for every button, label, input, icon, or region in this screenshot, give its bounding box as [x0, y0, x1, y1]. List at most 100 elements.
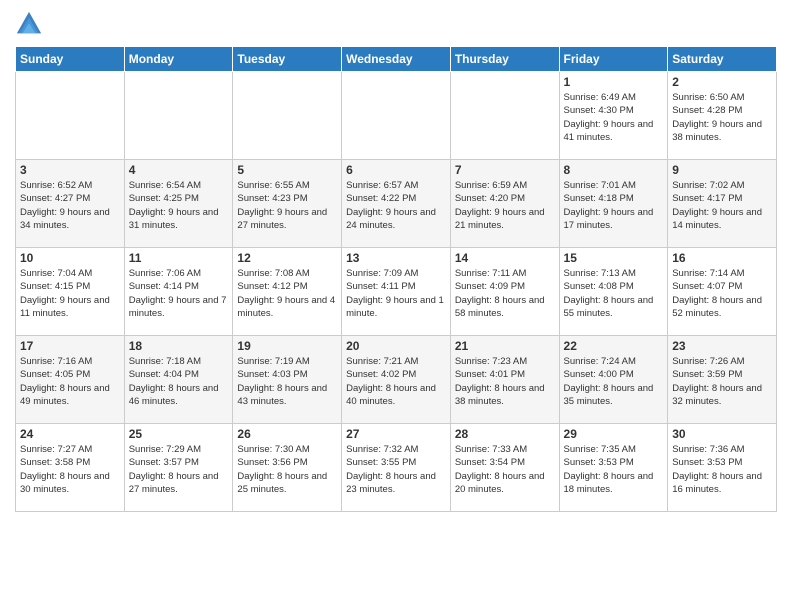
weekday-header-tuesday: Tuesday — [233, 47, 342, 72]
calendar-cell: 8 Sunrise: 7:01 AMSunset: 4:18 PMDaylight… — [559, 160, 668, 248]
calendar-cell: 2 Sunrise: 6:50 AMSunset: 4:28 PMDaylight… — [668, 72, 777, 160]
calendar-cell: 9 Sunrise: 7:02 AMSunset: 4:17 PMDaylight… — [668, 160, 777, 248]
day-info: Sunrise: 6:57 AMSunset: 4:22 PMDaylight:… — [346, 179, 446, 232]
day-number: 27 — [346, 427, 446, 441]
calendar-week-5: 24 Sunrise: 7:27 AMSunset: 3:58 PMDayligh… — [16, 424, 777, 512]
day-number: 15 — [564, 251, 664, 265]
calendar-cell: 15 Sunrise: 7:13 AMSunset: 4:08 PMDayligh… — [559, 248, 668, 336]
calendar-cell: 22 Sunrise: 7:24 AMSunset: 4:00 PMDayligh… — [559, 336, 668, 424]
day-number: 18 — [129, 339, 229, 353]
calendar-cell: 27 Sunrise: 7:32 AMSunset: 3:55 PMDayligh… — [342, 424, 451, 512]
calendar-cell: 5 Sunrise: 6:55 AMSunset: 4:23 PMDaylight… — [233, 160, 342, 248]
day-info: Sunrise: 7:06 AMSunset: 4:14 PMDaylight:… — [129, 267, 229, 320]
calendar-cell — [16, 72, 125, 160]
day-number: 30 — [672, 427, 772, 441]
calendar-cell: 1 Sunrise: 6:49 AMSunset: 4:30 PMDaylight… — [559, 72, 668, 160]
calendar-cell: 3 Sunrise: 6:52 AMSunset: 4:27 PMDaylight… — [16, 160, 125, 248]
day-number: 22 — [564, 339, 664, 353]
day-number: 21 — [455, 339, 555, 353]
logo — [15, 10, 45, 38]
day-info: Sunrise: 7:21 AMSunset: 4:02 PMDaylight:… — [346, 355, 446, 408]
calendar-cell — [233, 72, 342, 160]
calendar-cell: 7Sunrise: 6:59 AMSunset: 4:20 PMDaylight… — [450, 160, 559, 248]
calendar-cell — [124, 72, 233, 160]
day-info: Sunrise: 7:02 AMSunset: 4:17 PMDaylight:… — [672, 179, 772, 232]
calendar-week-1: 1 Sunrise: 6:49 AMSunset: 4:30 PMDaylight… — [16, 72, 777, 160]
day-number: 13 — [346, 251, 446, 265]
weekday-header-saturday: Saturday — [668, 47, 777, 72]
day-number: 4 — [129, 163, 229, 177]
day-number: 28 — [455, 427, 555, 441]
day-number: 6 — [346, 163, 446, 177]
day-info: Sunrise: 7:11 AMSunset: 4:09 PMDaylight:… — [455, 267, 555, 320]
day-number: 23 — [672, 339, 772, 353]
day-info: Sunrise: 6:49 AMSunset: 4:30 PMDaylight:… — [564, 91, 664, 144]
day-number: 2 — [672, 75, 772, 89]
calendar-cell: 6 Sunrise: 6:57 AMSunset: 4:22 PMDaylight… — [342, 160, 451, 248]
calendar-cell: 4Sunrise: 6:54 AMSunset: 4:25 PMDaylight… — [124, 160, 233, 248]
day-info: Sunrise: 7:26 AMSunset: 3:59 PMDaylight:… — [672, 355, 772, 408]
day-info: Sunrise: 7:18 AMSunset: 4:04 PMDaylight:… — [129, 355, 229, 408]
day-number: 24 — [20, 427, 120, 441]
calendar-cell: 21 Sunrise: 7:23 AMSunset: 4:01 PMDayligh… — [450, 336, 559, 424]
day-info: Sunrise: 7:01 AMSunset: 4:18 PMDaylight:… — [564, 179, 664, 232]
calendar-cell: 25Sunrise: 7:29 AMSunset: 3:57 PMDayligh… — [124, 424, 233, 512]
calendar-cell: 18 Sunrise: 7:18 AMSunset: 4:04 PMDayligh… — [124, 336, 233, 424]
day-number: 16 — [672, 251, 772, 265]
day-info: Sunrise: 7:33 AMSunset: 3:54 PMDaylight:… — [455, 443, 555, 496]
day-number: 5 — [237, 163, 337, 177]
day-info: Sunrise: 7:09 AMSunset: 4:11 PMDaylight:… — [346, 267, 446, 320]
calendar-cell: 28 Sunrise: 7:33 AMSunset: 3:54 PMDayligh… — [450, 424, 559, 512]
calendar-body: 1 Sunrise: 6:49 AMSunset: 4:30 PMDaylight… — [16, 72, 777, 512]
day-info: Sunrise: 7:24 AMSunset: 4:00 PMDaylight:… — [564, 355, 664, 408]
calendar-cell: 10 Sunrise: 7:04 AMSunset: 4:15 PMDayligh… — [16, 248, 125, 336]
day-number: 9 — [672, 163, 772, 177]
day-info: Sunrise: 7:27 AMSunset: 3:58 PMDaylight:… — [20, 443, 120, 496]
calendar-cell: 26 Sunrise: 7:30 AMSunset: 3:56 PMDayligh… — [233, 424, 342, 512]
day-info: Sunrise: 7:19 AMSunset: 4:03 PMDaylight:… — [237, 355, 337, 408]
day-info: Sunrise: 7:32 AMSunset: 3:55 PMDaylight:… — [346, 443, 446, 496]
day-number: 20 — [346, 339, 446, 353]
day-info: Sunrise: 7:04 AMSunset: 4:15 PMDaylight:… — [20, 267, 120, 320]
day-info: Sunrise: 7:23 AMSunset: 4:01 PMDaylight:… — [455, 355, 555, 408]
calendar-cell — [450, 72, 559, 160]
calendar-week-2: 3 Sunrise: 6:52 AMSunset: 4:27 PMDaylight… — [16, 160, 777, 248]
day-number: 8 — [564, 163, 664, 177]
calendar-cell: 20 Sunrise: 7:21 AMSunset: 4:02 PMDayligh… — [342, 336, 451, 424]
day-number: 10 — [20, 251, 120, 265]
calendar-table: SundayMondayTuesdayWednesdayThursdayFrid… — [15, 46, 777, 512]
calendar-cell — [342, 72, 451, 160]
day-number: 1 — [564, 75, 664, 89]
day-info: Sunrise: 6:59 AMSunset: 4:20 PMDaylight:… — [455, 179, 555, 232]
calendar-page: SundayMondayTuesdayWednesdayThursdayFrid… — [0, 0, 792, 612]
page-header — [15, 10, 777, 38]
day-info: Sunrise: 7:08 AMSunset: 4:12 PMDaylight:… — [237, 267, 337, 320]
day-info: Sunrise: 6:55 AMSunset: 4:23 PMDaylight:… — [237, 179, 337, 232]
calendar-cell: 17Sunrise: 7:16 AMSunset: 4:05 PMDayligh… — [16, 336, 125, 424]
day-info: Sunrise: 7:30 AMSunset: 3:56 PMDaylight:… — [237, 443, 337, 496]
day-info: Sunrise: 7:36 AMSunset: 3:53 PMDaylight:… — [672, 443, 772, 496]
calendar-cell: 11 Sunrise: 7:06 AMSunset: 4:14 PMDayligh… — [124, 248, 233, 336]
day-info: Sunrise: 7:13 AMSunset: 4:08 PMDaylight:… — [564, 267, 664, 320]
weekday-row: SundayMondayTuesdayWednesdayThursdayFrid… — [16, 47, 777, 72]
day-info: Sunrise: 7:35 AMSunset: 3:53 PMDaylight:… — [564, 443, 664, 496]
weekday-header-sunday: Sunday — [16, 47, 125, 72]
calendar-cell: 29 Sunrise: 7:35 AMSunset: 3:53 PMDayligh… — [559, 424, 668, 512]
day-info: Sunrise: 7:29 AMSunset: 3:57 PMDaylight:… — [129, 443, 229, 496]
day-number: 11 — [129, 251, 229, 265]
calendar-week-4: 17Sunrise: 7:16 AMSunset: 4:05 PMDayligh… — [16, 336, 777, 424]
weekday-header-monday: Monday — [124, 47, 233, 72]
calendar-week-3: 10 Sunrise: 7:04 AMSunset: 4:15 PMDayligh… — [16, 248, 777, 336]
calendar-cell: 13 Sunrise: 7:09 AMSunset: 4:11 PMDayligh… — [342, 248, 451, 336]
day-info: Sunrise: 6:50 AMSunset: 4:28 PMDaylight:… — [672, 91, 772, 144]
weekday-header-thursday: Thursday — [450, 47, 559, 72]
logo-icon — [15, 10, 43, 38]
weekday-header-friday: Friday — [559, 47, 668, 72]
day-info: Sunrise: 6:52 AMSunset: 4:27 PMDaylight:… — [20, 179, 120, 232]
calendar-cell: 30 Sunrise: 7:36 AMSunset: 3:53 PMDayligh… — [668, 424, 777, 512]
calendar-cell: 19Sunrise: 7:19 AMSunset: 4:03 PMDayligh… — [233, 336, 342, 424]
day-number: 14 — [455, 251, 555, 265]
day-number: 26 — [237, 427, 337, 441]
day-number: 29 — [564, 427, 664, 441]
day-number: 3 — [20, 163, 120, 177]
